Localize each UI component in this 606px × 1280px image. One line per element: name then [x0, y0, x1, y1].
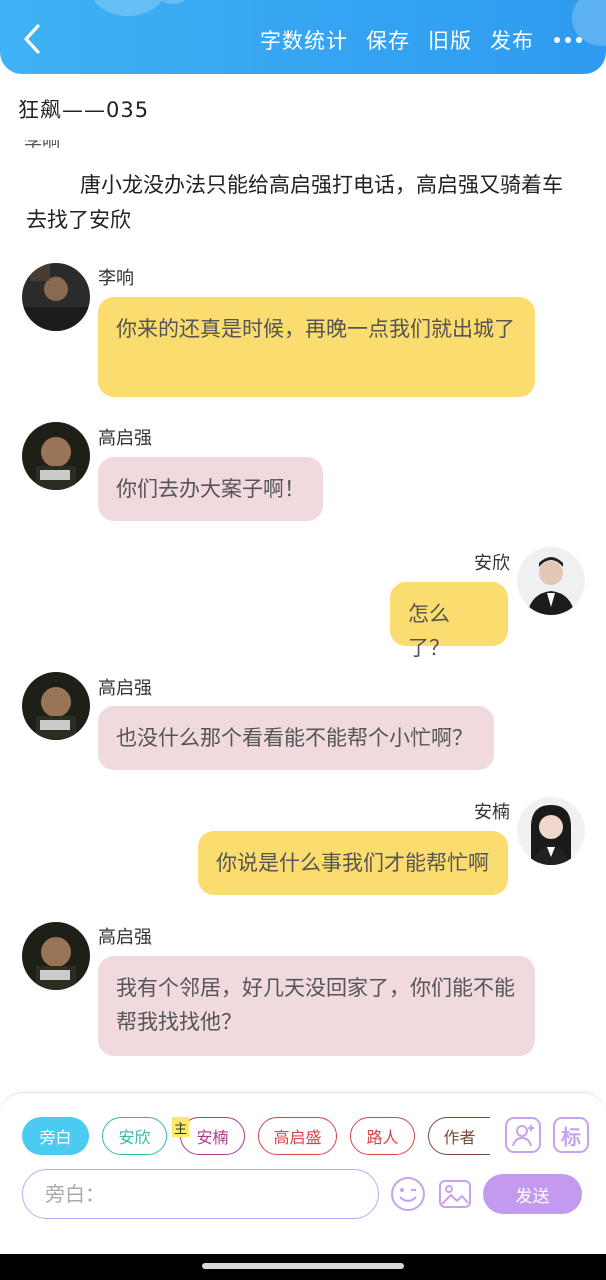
- top-actions: 字数统计 保存 旧版 发布: [242, 22, 582, 58]
- chat-bubble[interactable]: 也没什么那个看看能不能帮个小忙啊？: [98, 706, 494, 770]
- header-decoration: [160, 0, 186, 4]
- chat-bubble[interactable]: 怎么了？: [390, 582, 508, 660]
- narration-text: 唐小龙没办法只能给高启强打电话，高启强又骑着车去找了安欣: [26, 173, 563, 232]
- back-button[interactable]: [18, 22, 48, 56]
- mark-button[interactable]: 标: [553, 1117, 589, 1153]
- avatar[interactable]: [22, 922, 90, 990]
- speaker-name: 高启强: [98, 678, 152, 699]
- speaker-name: 安楠: [474, 802, 510, 823]
- mark-icon: 标: [561, 1124, 581, 1149]
- partial-text: 李响: [24, 140, 64, 148]
- main-role-badge: 主: [172, 1117, 189, 1137]
- speaker-name: 高启强: [98, 927, 152, 948]
- speaker-name: 李响: [98, 268, 134, 289]
- add-role-button[interactable]: [505, 1117, 541, 1153]
- more-icon[interactable]: [554, 37, 582, 43]
- image-icon: [439, 1180, 471, 1208]
- avatar[interactable]: [22, 672, 90, 740]
- chat-bubble[interactable]: 你们去办大案子啊！: [98, 457, 323, 521]
- speaker-name: 高启强: [98, 428, 152, 449]
- dialogue-input[interactable]: 旁白：: [22, 1169, 379, 1219]
- chat-bubble[interactable]: 我有个邻居，好几天没回家了，你们能不能帮我找找他？: [98, 956, 535, 1056]
- chat-bubble[interactable]: 你来的还真是时候，再晚一点我们就出城了: [98, 297, 535, 397]
- speaker-name: 安欣: [474, 553, 510, 574]
- save-button[interactable]: 保存: [366, 25, 410, 55]
- emoji-icon: [391, 1177, 425, 1211]
- role-chip-annan[interactable]: 安楠: [180, 1117, 245, 1155]
- role-chip-anxin[interactable]: 安欣: [102, 1117, 167, 1155]
- chat-bubble[interactable]: 你说是什么事我们才能帮忙啊: [198, 831, 508, 895]
- word-count-button[interactable]: 字数统计: [260, 25, 348, 55]
- home-indicator[interactable]: [202, 1263, 404, 1269]
- avatar[interactable]: [517, 547, 585, 615]
- emoji-button[interactable]: [390, 1176, 426, 1212]
- send-button[interactable]: 发送: [483, 1174, 582, 1214]
- top-bar: 字数统计 保存 旧版 发布: [0, 0, 606, 74]
- publish-button[interactable]: 发布: [490, 25, 534, 55]
- avatar[interactable]: [22, 422, 90, 490]
- add-role-icon: [512, 1125, 534, 1147]
- role-chip-narrator[interactable]: 旁白: [22, 1117, 89, 1155]
- role-chip-gaoqisheng[interactable]: 高启盛: [258, 1117, 337, 1155]
- image-button[interactable]: [437, 1176, 473, 1212]
- role-chip-author[interactable]: 作者: [428, 1117, 490, 1155]
- avatar[interactable]: [22, 263, 90, 331]
- document-title: 狂飙——035: [18, 98, 150, 122]
- avatar[interactable]: [517, 797, 585, 865]
- old-version-button[interactable]: 旧版: [428, 25, 472, 55]
- role-chip-passerby[interactable]: 路人: [350, 1117, 415, 1155]
- header-decoration: [90, 0, 166, 16]
- back-icon: [24, 24, 40, 54]
